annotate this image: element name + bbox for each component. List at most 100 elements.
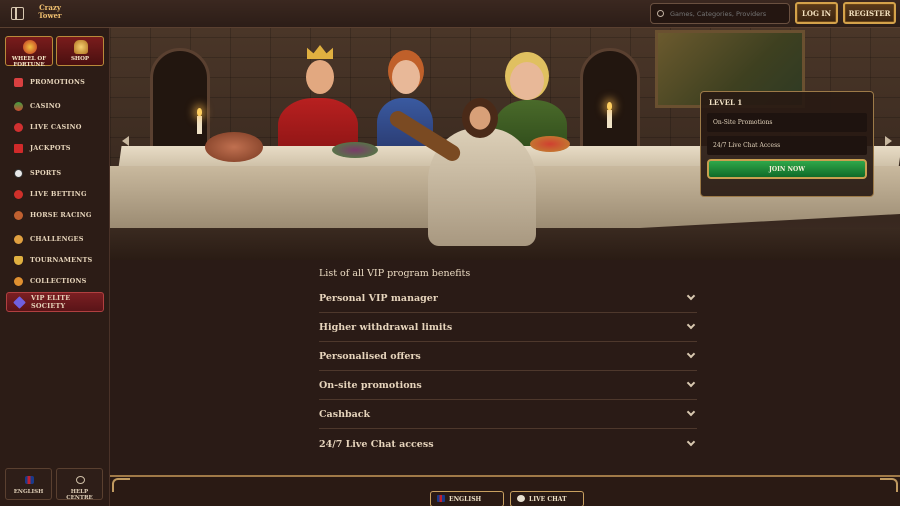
sidebar-item-label: CASINO bbox=[30, 102, 61, 110]
sidebar-item-casino[interactable]: CASINO bbox=[6, 97, 104, 115]
language-selector[interactable]: ENGLISH bbox=[5, 468, 52, 500]
shop-tile[interactable]: SHOP bbox=[56, 36, 104, 66]
accordion-item[interactable]: On-site promotions bbox=[319, 371, 697, 400]
sidebar-item-live-casino[interactable]: LIVE CASINO bbox=[6, 118, 104, 136]
accordion-item[interactable]: Higher withdrawal limits bbox=[319, 313, 697, 342]
sidebar-item-live-betting[interactable]: LIVE BETTING bbox=[6, 185, 104, 203]
accordion-label: Personalised offers bbox=[319, 350, 421, 362]
chevron-down-icon bbox=[686, 320, 696, 330]
sidebar-toggle-icon[interactable] bbox=[11, 7, 24, 20]
chevron-down-icon bbox=[686, 437, 696, 447]
footer-language-button[interactable]: ENGLISH bbox=[430, 491, 504, 506]
carousel-prev-icon[interactable] bbox=[122, 136, 129, 146]
level-benefit: On-Site Promotions bbox=[707, 113, 867, 132]
collections-icon bbox=[14, 277, 23, 286]
level-card: LEVEL 1 On-Site Promotions 24/7 Live Cha… bbox=[700, 91, 874, 197]
sidebar-item-label: SPORTS bbox=[30, 169, 62, 177]
wheel-of-fortune-tile[interactable]: WHEEL OF FORTUNE bbox=[5, 36, 53, 68]
vip-benefits-title: List of all VIP program benefits bbox=[319, 268, 471, 279]
bard-head bbox=[462, 98, 498, 138]
shop-icon bbox=[74, 40, 88, 54]
footer-ornament bbox=[880, 478, 898, 492]
help-label: HELP CENTRE bbox=[66, 489, 93, 501]
tile-label: SHOP bbox=[70, 56, 90, 62]
sidebar-item-label: COLLECTIONS bbox=[30, 277, 87, 285]
sidebar-item-tournaments[interactable]: TOURNAMENTS bbox=[6, 251, 104, 269]
horse-icon bbox=[14, 211, 23, 220]
register-button[interactable]: REGISTER bbox=[843, 2, 896, 24]
chevron-down-icon bbox=[686, 349, 696, 359]
chevron-down-icon bbox=[686, 378, 696, 388]
banner-window bbox=[150, 48, 210, 158]
sidebar-item-horse-racing[interactable]: HORSE RACING bbox=[6, 206, 104, 224]
noble-head bbox=[510, 62, 544, 100]
site-logo[interactable]: Crazy Tower bbox=[36, 1, 64, 27]
accordion-label: Higher withdrawal limits bbox=[319, 321, 453, 333]
sidebar-item-label: CHALLENGES bbox=[30, 235, 84, 243]
sidebar-item-promotions[interactable]: PROMOTIONS bbox=[6, 73, 104, 91]
footer-language-label: ENGLISH bbox=[449, 495, 482, 503]
sidebar-item-label: JACKPOTS bbox=[30, 144, 71, 152]
footer-ornament bbox=[112, 478, 130, 492]
wheel-icon bbox=[23, 40, 37, 54]
fruit-plate bbox=[530, 136, 570, 152]
live-chat-label: LIVE CHAT bbox=[529, 495, 567, 503]
sidebar-item-sports[interactable]: SPORTS bbox=[6, 164, 104, 182]
sidebar-item-vip-elite-society[interactable]: VIP ELITE SOCIETY bbox=[6, 292, 104, 312]
accordion-label: On-site promotions bbox=[319, 379, 422, 391]
accordion-item[interactable]: Personal VIP manager bbox=[319, 284, 697, 313]
sidebar-item-jackpots[interactable]: JACKPOTS bbox=[6, 139, 104, 157]
gift-icon bbox=[14, 78, 23, 87]
logo-text: Crazy Tower bbox=[38, 3, 62, 20]
accordion-item[interactable]: Personalised offers bbox=[319, 342, 697, 371]
footer-bar bbox=[110, 475, 900, 506]
sidebar-item-label: LIVE CASINO bbox=[30, 123, 82, 131]
challenges-icon bbox=[14, 235, 23, 244]
live-betting-icon bbox=[14, 190, 23, 199]
level-title: LEVEL 1 bbox=[709, 98, 743, 107]
help-centre-link[interactable]: HELP CENTRE bbox=[56, 468, 103, 501]
candle bbox=[607, 102, 612, 128]
accordion-label: 24/7 Live Chat access bbox=[319, 439, 434, 450]
live-chat-button[interactable]: LIVE CHAT bbox=[510, 491, 584, 506]
accordion-label: Cashback bbox=[319, 408, 371, 420]
sidebar-item-label: VIP ELITE SOCIETY bbox=[31, 294, 71, 310]
queen-head bbox=[392, 60, 420, 94]
sidebar-item-label: TOURNAMENTS bbox=[30, 256, 93, 264]
sidebar: WHEEL OF FORTUNE SHOP PROMOTIONS CASINO … bbox=[0, 28, 110, 506]
chat-icon bbox=[517, 495, 525, 502]
casino-icon bbox=[14, 102, 23, 111]
sidebar-item-collections[interactable]: COLLECTIONS bbox=[6, 272, 104, 290]
chevron-down-icon bbox=[686, 291, 696, 301]
uk-flag-icon bbox=[25, 476, 34, 484]
carousel-next-icon[interactable] bbox=[885, 136, 892, 146]
uk-flag-icon bbox=[437, 495, 445, 502]
king-head bbox=[306, 60, 334, 94]
gem-icon bbox=[13, 296, 26, 309]
search-icon bbox=[657, 10, 664, 17]
login-button[interactable]: LOG IN bbox=[795, 2, 838, 24]
top-bar: Crazy Tower LOG IN REGISTER bbox=[0, 0, 900, 28]
accordion-item[interactable]: 24/7 Live Chat access bbox=[319, 430, 697, 459]
candle bbox=[197, 108, 202, 134]
level-benefit: 24/7 Live Chat Access bbox=[707, 136, 867, 155]
sidebar-item-challenges[interactable]: CHALLENGES bbox=[6, 230, 104, 248]
sidebar-item-label: PROMOTIONS bbox=[30, 78, 85, 86]
search-input[interactable] bbox=[670, 9, 780, 18]
accordion-label: Personal VIP manager bbox=[319, 292, 438, 304]
join-now-button[interactable]: JOIN NOW bbox=[707, 159, 867, 179]
chevron-down-icon bbox=[686, 407, 696, 417]
tile-label: WHEEL OF FORTUNE bbox=[11, 56, 47, 68]
sidebar-item-label: HORSE RACING bbox=[30, 211, 92, 219]
seven-icon bbox=[14, 144, 23, 153]
fruit-bowl bbox=[332, 142, 378, 158]
help-icon bbox=[76, 476, 85, 484]
accordion-item[interactable]: Cashback bbox=[319, 400, 697, 429]
ball-icon bbox=[14, 169, 23, 178]
language-label: ENGLISH bbox=[13, 489, 44, 495]
roast-pig bbox=[205, 132, 263, 162]
trophy-icon bbox=[14, 256, 23, 265]
search-box[interactable] bbox=[650, 3, 790, 24]
live-casino-icon bbox=[14, 123, 23, 132]
sidebar-item-label: LIVE BETTING bbox=[30, 190, 87, 198]
